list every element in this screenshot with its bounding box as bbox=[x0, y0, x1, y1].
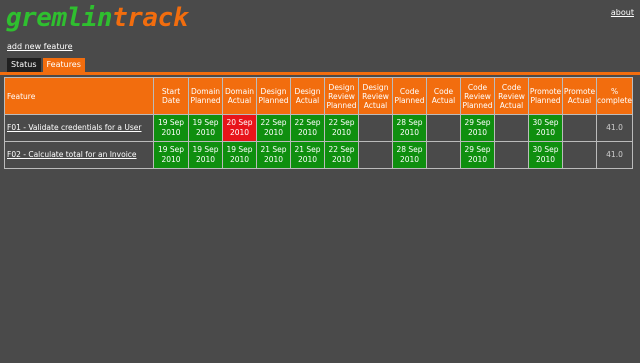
date-cell: 29 Sep 2010 bbox=[460, 114, 495, 142]
feature-link[interactable]: F02 - Calculate total for an Invoice bbox=[7, 150, 137, 159]
date-cell: 19 Sep 2010 bbox=[222, 141, 257, 169]
tab-status[interactable]: Status bbox=[7, 58, 41, 72]
column-header-design-review-actual: Design Review Actual bbox=[358, 77, 393, 115]
table-header-row: Feature Start Date Domain Planned Domain… bbox=[4, 77, 634, 115]
table-row: F01 - Validate credentials for a User 19 … bbox=[4, 114, 634, 142]
date-cell: 22 Sep 2010 bbox=[324, 114, 359, 142]
date-cell: 30 Sep 2010 bbox=[528, 141, 563, 169]
date-cell: 28 Sep 2010 bbox=[392, 114, 427, 142]
empty-date-cell bbox=[426, 141, 461, 169]
empty-date-cell bbox=[358, 141, 393, 169]
logo-text-track: track bbox=[112, 3, 188, 33]
about-link[interactable]: about bbox=[611, 8, 634, 17]
date-cell: 22 Sep 2010 bbox=[324, 141, 359, 169]
date-cell: 19 Sep 2010 bbox=[153, 141, 189, 169]
date-cell: 22 Sep 2010 bbox=[290, 114, 325, 142]
add-new-feature-link[interactable]: add new feature bbox=[7, 42, 73, 51]
column-header-design-planned: Design Planned bbox=[256, 77, 291, 115]
column-header-domain-actual: Domain Actual bbox=[222, 77, 257, 115]
date-cell: 19 Sep 2010 bbox=[188, 114, 223, 142]
empty-date-cell bbox=[562, 114, 597, 142]
column-header-promote-actual: Promote Actual bbox=[562, 77, 597, 115]
empty-date-cell bbox=[562, 141, 597, 169]
date-cell: 20 Sep 2010 bbox=[222, 114, 257, 142]
date-cell: 21 Sep 2010 bbox=[256, 141, 291, 169]
feature-cell: F01 - Validate credentials for a User bbox=[4, 114, 154, 142]
column-header-code-planned: Code Planned bbox=[392, 77, 427, 115]
column-header-design-actual: Design Actual bbox=[290, 77, 325, 115]
table-row: F02 - Calculate total for an Invoice 19 S… bbox=[4, 141, 634, 169]
empty-date-cell bbox=[494, 114, 529, 142]
features-table: Feature Start Date Domain Planned Domain… bbox=[4, 77, 634, 169]
percent-complete-cell: 41.0 bbox=[595, 141, 634, 169]
date-cell: 19 Sep 2010 bbox=[153, 114, 189, 142]
percent-complete-cell: 41.0 bbox=[595, 114, 634, 142]
app-logo: gremlintrack bbox=[6, 2, 188, 34]
date-cell: 30 Sep 2010 bbox=[528, 114, 563, 142]
column-header-design-review-planned: Design Review Planned bbox=[324, 77, 359, 115]
empty-date-cell bbox=[494, 141, 529, 169]
column-header-start-date: Start Date bbox=[153, 77, 189, 115]
column-header-code-review-actual: Code Review Actual bbox=[494, 77, 529, 115]
date-cell: 22 Sep 2010 bbox=[256, 114, 291, 142]
date-cell: 21 Sep 2010 bbox=[290, 141, 325, 169]
feature-cell: F02 - Calculate total for an Invoice bbox=[4, 141, 154, 169]
column-header-promote-planned: Promote Planned bbox=[528, 77, 563, 115]
date-cell: 29 Sep 2010 bbox=[460, 141, 495, 169]
logo-text-gremlin: gremlin bbox=[6, 3, 113, 33]
empty-date-cell bbox=[358, 114, 393, 142]
feature-link[interactable]: F01 - Validate credentials for a User bbox=[7, 123, 142, 132]
column-header-percent-complete: % complete bbox=[595, 77, 634, 115]
column-header-domain-planned: Domain Planned bbox=[188, 77, 223, 115]
tab-bar: Status Features bbox=[7, 58, 85, 72]
date-cell: 19 Sep 2010 bbox=[188, 141, 223, 169]
column-header-feature: Feature bbox=[4, 77, 154, 115]
tab-features[interactable]: Features bbox=[42, 58, 85, 72]
column-header-code-actual: Code Actual bbox=[426, 77, 461, 115]
tab-underline bbox=[0, 72, 640, 75]
column-header-code-review-planned: Code Review Planned bbox=[460, 77, 495, 115]
date-cell: 28 Sep 2010 bbox=[392, 141, 427, 169]
empty-date-cell bbox=[426, 114, 461, 142]
